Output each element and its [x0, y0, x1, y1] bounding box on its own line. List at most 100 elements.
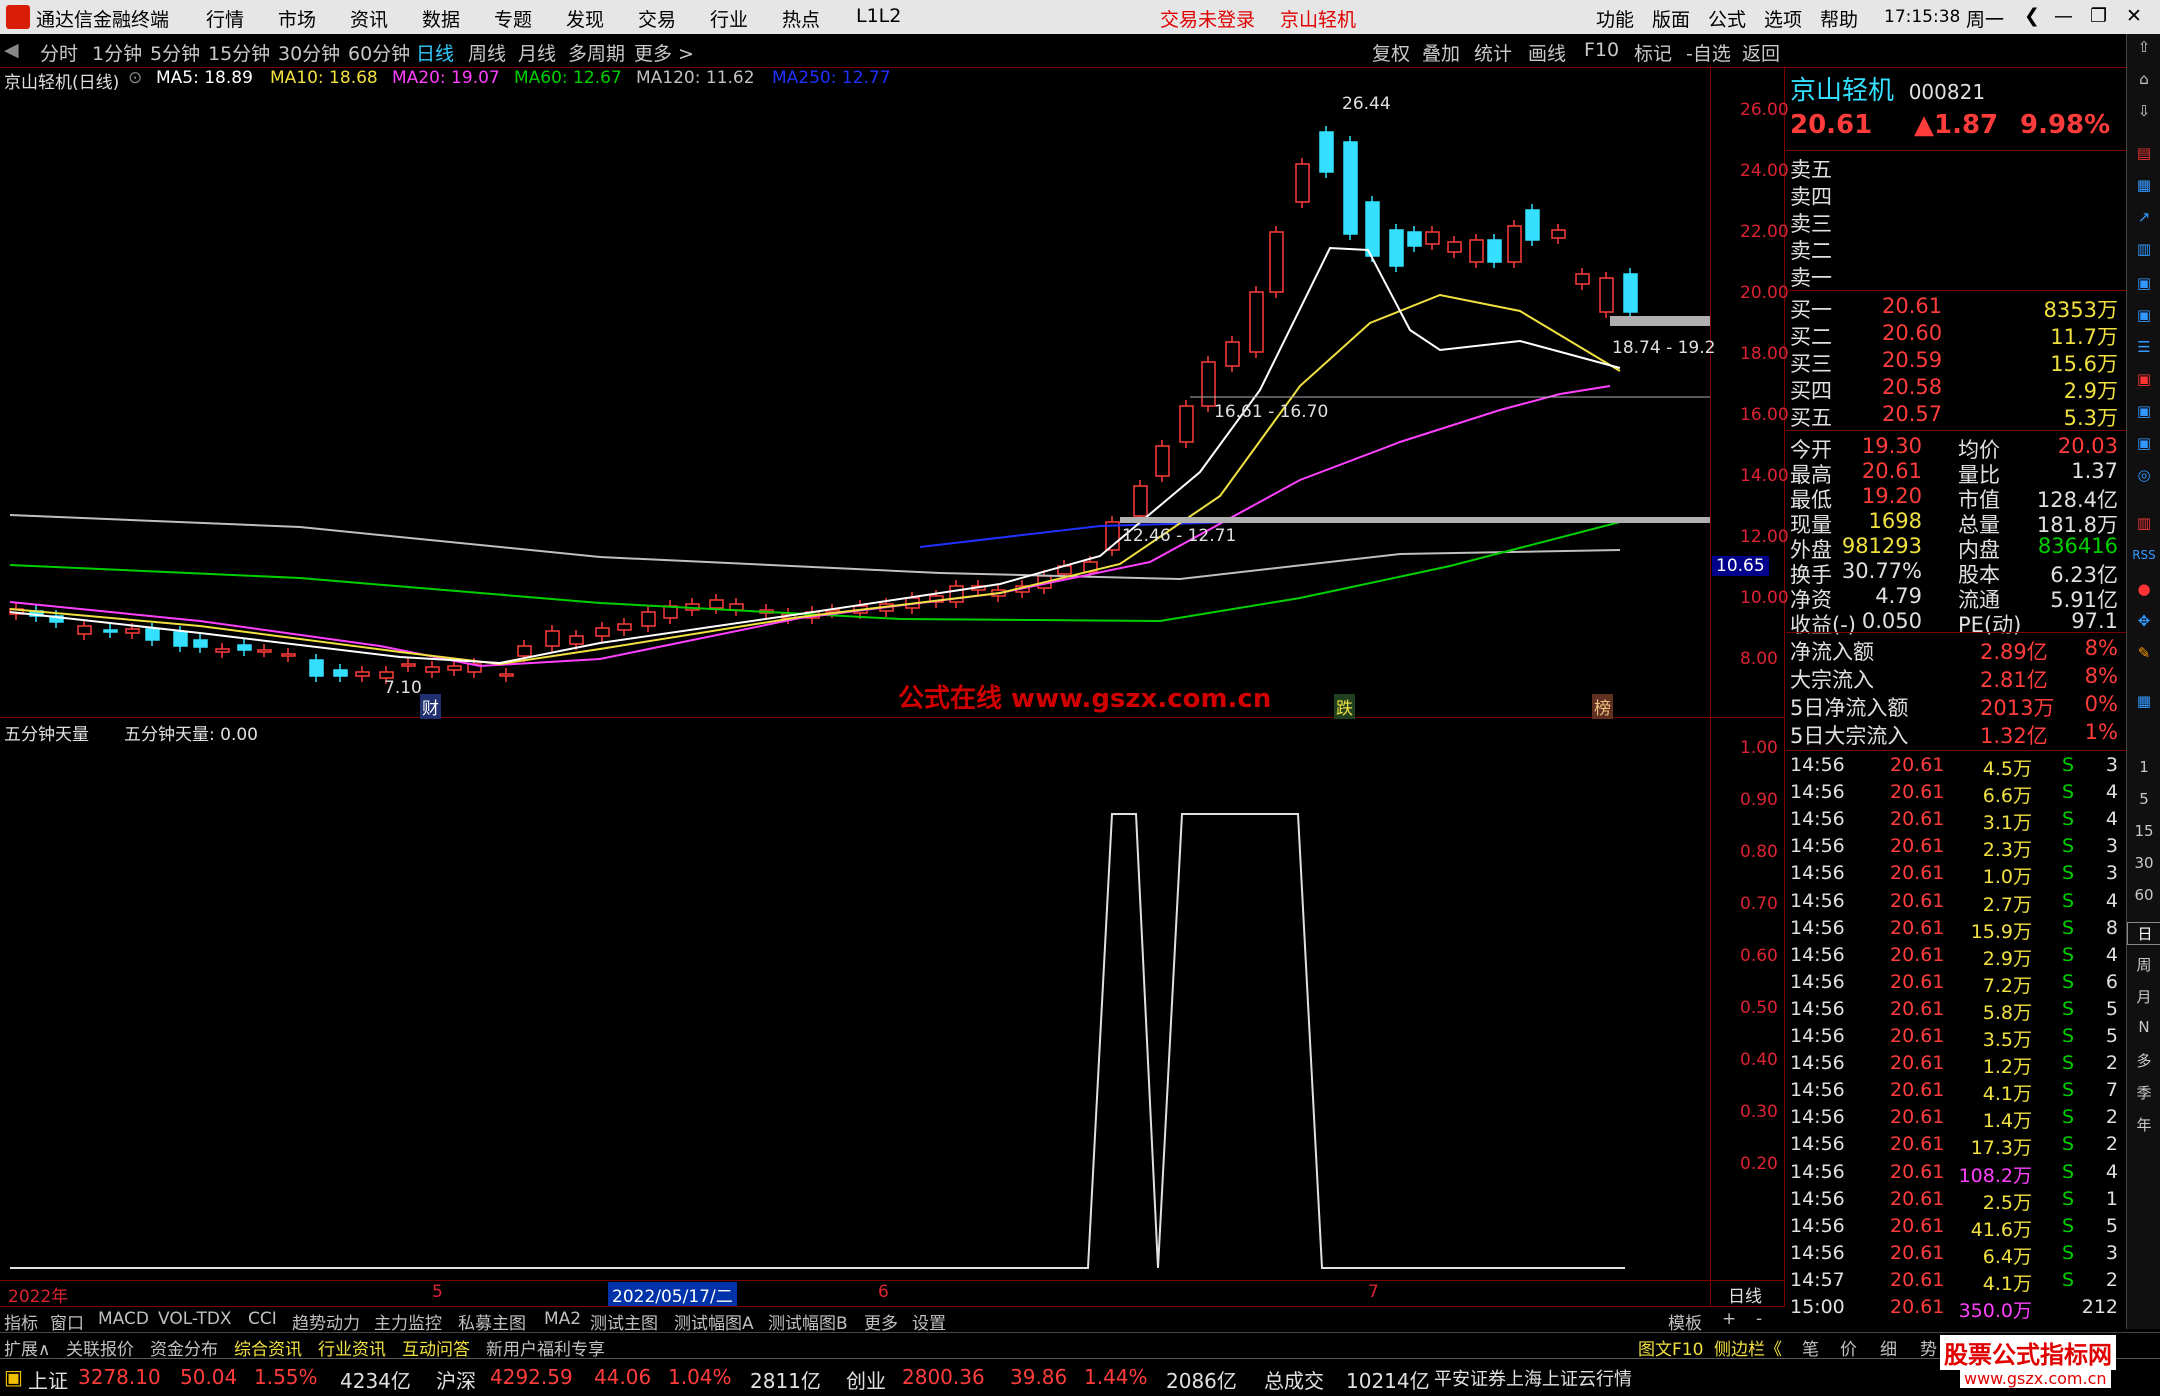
tab-more[interactable]: 更多 — [864, 1309, 898, 1334]
tab-1min[interactable]: 1分钟 — [92, 39, 142, 66]
zoom-in-button[interactable]: + — [1722, 1309, 1736, 1329]
move-icon[interactable]: ✥ — [2127, 612, 2160, 630]
tab-zhuli[interactable]: 主力监控 — [374, 1309, 442, 1334]
btn-tongji[interactable]: 统计 — [1474, 39, 1512, 66]
restore-icon[interactable]: ❐ — [2090, 5, 2107, 27]
menu-gongshi[interactable]: 公式 — [1708, 5, 1746, 32]
doc-icon[interactable]: ▣ — [2127, 274, 2160, 292]
tab-fenshi[interactable]: 分时 — [40, 39, 78, 66]
tab-hudong[interactable]: 互动问答 — [402, 1335, 470, 1360]
tab-ma2[interactable]: MA2 — [544, 1309, 581, 1329]
menu-shichang[interactable]: 市场 — [278, 5, 316, 32]
tab-macd[interactable]: MACD — [98, 1309, 149, 1329]
tab-vol[interactable]: VOL-TDX — [158, 1309, 232, 1329]
menu-jiaoyi[interactable]: 交易 — [638, 5, 676, 32]
tab-qushi[interactable]: 趋势动力 — [292, 1309, 360, 1334]
tab-more[interactable]: 更多 > — [634, 39, 694, 66]
period-year[interactable]: 年 — [2127, 1114, 2160, 1135]
period-week[interactable]: 周 — [2127, 954, 2160, 975]
rss-icon[interactable]: RSS — [2127, 548, 2160, 562]
tab-cci[interactable]: CCI — [248, 1309, 277, 1329]
period-1[interactable]: 1 — [2127, 758, 2160, 776]
grid-icon[interactable]: ▦ — [2127, 176, 2160, 194]
chart-area[interactable]: 京山轻机(日线) ⊙ MA5: 18.89 MA10: 18.68 MA20: … — [0, 66, 1789, 1311]
coin-icon[interactable]: ● — [2127, 580, 2160, 598]
menu-zixun[interactable]: 资讯 — [350, 5, 388, 32]
period-n[interactable]: N — [2127, 1018, 2160, 1036]
tab-fuli[interactable]: 新用户福利专享 — [486, 1335, 605, 1360]
marker-die[interactable]: 跌 — [1334, 694, 1355, 719]
nav-up-icon[interactable]: ⇧ — [2127, 38, 2160, 56]
tab-5min[interactable]: 5分钟 — [150, 39, 200, 66]
btn-zixuan[interactable]: -自选 — [1686, 39, 1731, 66]
menu-faxian[interactable]: 发现 — [566, 5, 604, 32]
menu-banmian[interactable]: 版面 — [1652, 5, 1690, 32]
tab-guanlian[interactable]: 关联报价 — [66, 1335, 134, 1360]
tab-15min[interactable]: 15分钟 — [208, 39, 270, 66]
menu-shuju[interactable]: 数据 — [422, 5, 460, 32]
collapse-icon[interactable]: ◀ — [4, 39, 19, 61]
tab-zonghe[interactable]: 综合资讯 — [234, 1335, 302, 1360]
tab-xi[interactable]: 细 — [1880, 1335, 1897, 1360]
chart-icon[interactable]: ▥ — [2127, 240, 2160, 258]
pencil-icon[interactable]: ✎ — [2127, 644, 2160, 662]
list-icon[interactable]: ☰ — [2127, 338, 2160, 356]
btn-fanhui[interactable]: 返回 — [1742, 39, 1780, 66]
tab-tuwen-f10[interactable]: 图文F10 — [1638, 1335, 1703, 1360]
nav-down-icon[interactable]: ⇩ — [2127, 102, 2160, 120]
tab-kuozhan[interactable]: 扩展∧ — [4, 1335, 50, 1360]
tab-moban[interactable]: 模板 — [1668, 1309, 1702, 1334]
back-arrow-icon[interactable]: ❮ — [2024, 5, 2040, 27]
menu-hangqing[interactable]: 行情 — [206, 5, 244, 32]
btn-f10[interactable]: F10 — [1584, 39, 1619, 61]
menu-redian[interactable]: 热点 — [782, 5, 820, 32]
period-60[interactable]: 60 — [2127, 886, 2160, 904]
menu-xuanxiang[interactable]: 选项 — [1764, 5, 1802, 32]
f2-icon[interactable]: ▣ — [2127, 402, 2160, 420]
period-day[interactable]: 日 — [2127, 922, 2160, 945]
tab-multi-period[interactable]: 多周期 — [568, 39, 625, 66]
tab-zhibiao[interactable]: 指标 — [4, 1309, 38, 1334]
trend-icon[interactable]: ↗ — [2127, 208, 2160, 226]
menu-l1l2[interactable]: L1L2 — [856, 5, 901, 27]
marker-cai[interactable]: 财 — [420, 694, 441, 719]
tab-jia[interactable]: 价 — [1840, 1335, 1857, 1360]
period-month[interactable]: 月 — [2127, 986, 2160, 1007]
tab-bi[interactable]: 笔 — [1802, 1335, 1819, 1360]
nav-home-icon[interactable]: ⌂ — [2127, 70, 2160, 88]
menu-hangye[interactable]: 行业 — [710, 5, 748, 32]
calc-icon[interactable]: ▣ — [2127, 434, 2160, 452]
period-15[interactable]: 15 — [2127, 822, 2160, 840]
zoom-out-button[interactable]: - — [1756, 1309, 1762, 1329]
tab-shezhi[interactable]: 设置 — [912, 1309, 946, 1334]
period-multi[interactable]: 多 — [2127, 1050, 2160, 1071]
table-icon[interactable]: ▦ — [2127, 692, 2160, 710]
f10-icon[interactable]: ▣ — [2127, 306, 2160, 324]
btn-huaxian[interactable]: 画线 — [1528, 39, 1566, 66]
period-season[interactable]: 季 — [2127, 1082, 2160, 1103]
candle-icon[interactable]: ▥ — [2127, 514, 2160, 532]
broker-info[interactable]: 平安证券上海上证云行情 — [1434, 1365, 1632, 1391]
minimize-icon[interactable]: — — [2054, 5, 2073, 27]
marker-bang[interactable]: 榜 — [1592, 694, 1613, 719]
trade-status[interactable]: 交易未登录 — [1160, 5, 1255, 32]
period-5[interactable]: 5 — [2127, 790, 2160, 808]
tab-sidebar[interactable]: 侧边栏《 — [1714, 1335, 1782, 1360]
circle-icon[interactable]: ◎ — [2127, 466, 2160, 484]
tab-zijin[interactable]: 资金分布 — [150, 1335, 218, 1360]
menu-gongneng[interactable]: 功能 — [1596, 5, 1634, 32]
tab-30min[interactable]: 30分钟 — [278, 39, 340, 66]
period-30[interactable]: 30 — [2127, 854, 2160, 872]
tab-60min[interactable]: 60分钟 — [348, 39, 410, 66]
status-icon[interactable]: ▣ — [4, 1365, 23, 1389]
tab-chuangkou[interactable]: 窗口 — [50, 1309, 84, 1334]
tab-hangye-news[interactable]: 行业资讯 — [318, 1335, 386, 1360]
tab-monthly[interactable]: 月线 — [518, 39, 556, 66]
close-icon[interactable]: ✕ — [2126, 5, 2142, 27]
tab-shi[interactable]: 势 — [1920, 1335, 1937, 1360]
btn-diejia[interactable]: 叠加 — [1422, 39, 1460, 66]
tab-daily[interactable]: 日线 — [416, 39, 454, 66]
menu-bangzhu[interactable]: 帮助 — [1820, 5, 1858, 32]
menu-zhuanti[interactable]: 专题 — [494, 5, 532, 32]
btn-fuquan[interactable]: 复权 — [1372, 39, 1410, 66]
